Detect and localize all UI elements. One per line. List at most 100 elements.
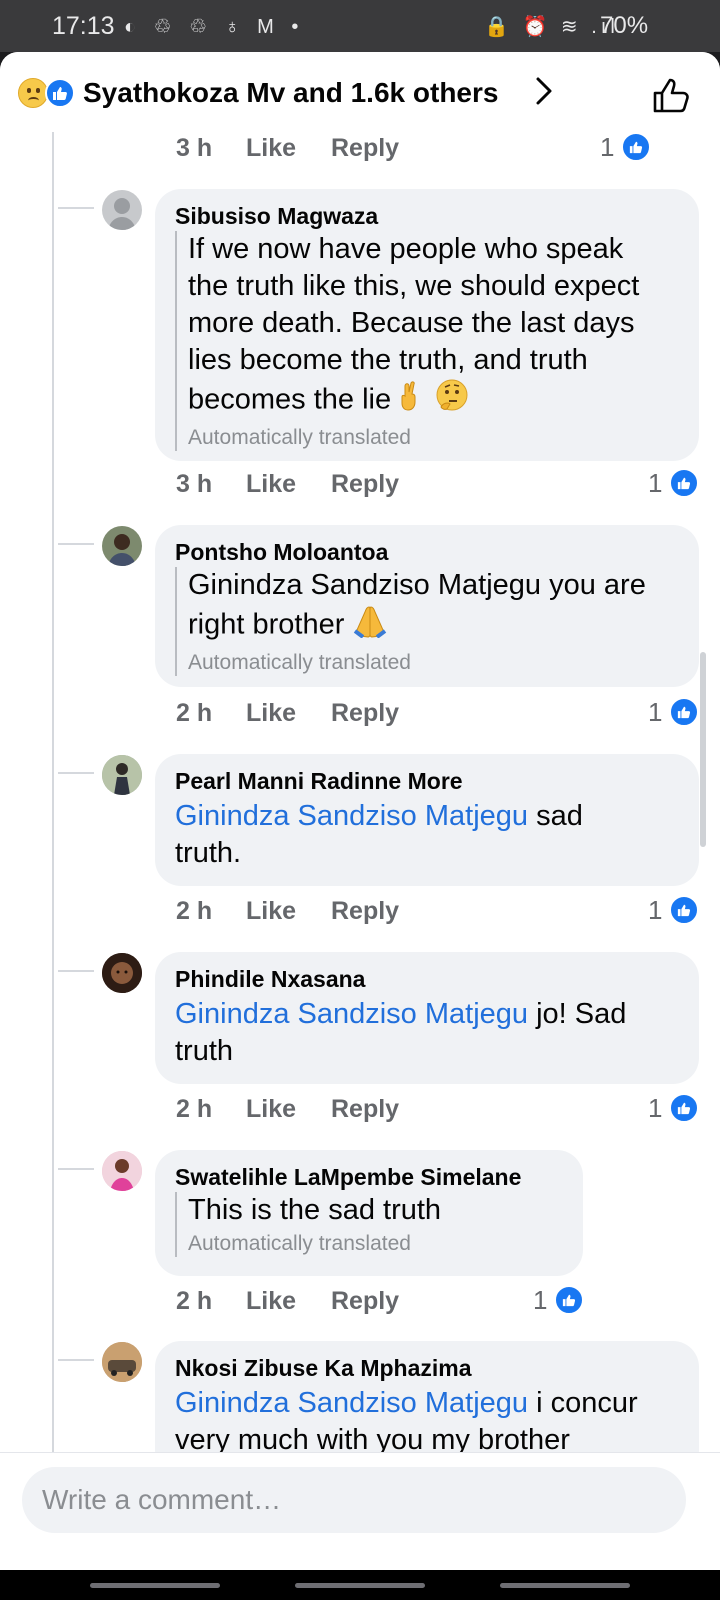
system-nav-bar bbox=[0, 1570, 720, 1600]
chevron-right-icon[interactable] bbox=[534, 76, 554, 111]
like-badge-icon bbox=[669, 895, 699, 925]
like-button[interactable]: Like bbox=[246, 1095, 296, 1124]
sad-reaction-icon bbox=[18, 78, 48, 108]
avatar[interactable] bbox=[102, 526, 142, 566]
comment-text-line: truth. bbox=[175, 837, 242, 869]
comment-bubble[interactable]: Pearl Manni Radinne More Ginindza Sandzi… bbox=[155, 754, 699, 886]
thread-connector bbox=[58, 1168, 94, 1170]
system-status-icons: 🔒 ⏰ ≋ .ıl bbox=[484, 16, 619, 38]
comment-text: right brother bbox=[188, 608, 345, 641]
avatar[interactable] bbox=[102, 953, 142, 993]
thread-connector bbox=[58, 772, 94, 774]
like-badge-icon bbox=[669, 468, 699, 498]
notification-icons: ◐ ♲ ♲ ♁ M • bbox=[124, 16, 305, 38]
avatar[interactable] bbox=[102, 755, 142, 795]
like-count: 1 bbox=[648, 1093, 663, 1123]
reactions-header[interactable]: Syathokoza Mv and 1.6k others bbox=[0, 52, 720, 132]
comment-text: Ginindza Sandziso Matjegu i concur very … bbox=[175, 1385, 638, 1459]
comment-quote: If we now have people who speak the trut… bbox=[175, 231, 639, 451]
comment-author[interactable]: Swatelihle LaMpembe Simelane bbox=[175, 1164, 521, 1191]
translation-note[interactable]: Automatically translated bbox=[188, 1231, 441, 1257]
like-button[interactable]: Like bbox=[246, 897, 296, 926]
comment-bubble[interactable]: Phindile Nxasana Ginindza Sandziso Matje… bbox=[155, 952, 699, 1084]
comment-text: more death. Because the last days bbox=[188, 307, 635, 339]
comment-text-line: truth bbox=[175, 1035, 234, 1067]
comments-sheet: Syathokoza Mv and 1.6k others 3 h Like R… bbox=[0, 52, 720, 1570]
comment-author[interactable]: Nkosi Zibuse Ka Mphazima bbox=[175, 1355, 472, 1382]
comment-quote: This is the sad truth Automatically tran… bbox=[175, 1192, 441, 1257]
reply-button[interactable]: Reply bbox=[331, 134, 399, 163]
comment-bubble[interactable]: Pontsho Moloantoa Ginindza Sandziso Matj… bbox=[155, 525, 699, 687]
reply-button[interactable]: Reply bbox=[331, 1095, 399, 1124]
comment-author[interactable]: Phindile Nxasana bbox=[175, 966, 365, 993]
translation-note[interactable]: Automatically translated bbox=[188, 650, 646, 676]
like-button[interactable]: Like bbox=[246, 699, 296, 728]
comment-time: 2 h bbox=[176, 699, 213, 727]
comment-time: 2 h bbox=[176, 1287, 213, 1315]
comment-text: becomes the lie bbox=[188, 383, 392, 416]
avatar[interactable] bbox=[102, 1342, 142, 1382]
like-badge-icon bbox=[554, 1285, 584, 1315]
comment-text: Ginindza Sandziso Matjegu sad truth. bbox=[175, 798, 583, 872]
comment-time: 3 h bbox=[176, 134, 213, 162]
mention-link[interactable]: Ginindza Sandziso Matjegu bbox=[175, 998, 528, 1030]
avatar[interactable] bbox=[102, 1151, 142, 1191]
thread-connector bbox=[58, 970, 94, 972]
scrollbar[interactable] bbox=[700, 652, 706, 847]
like-button[interactable]: Like bbox=[246, 1287, 296, 1316]
comment-bubble[interactable]: Swatelihle LaMpembe Simelane This is the… bbox=[155, 1150, 583, 1276]
reactions-summary[interactable]: Syathokoza Mv and 1.6k others bbox=[83, 77, 498, 109]
thinking-face-emoji-icon bbox=[435, 379, 469, 423]
like-badge-icon bbox=[669, 1093, 699, 1123]
status-time: 17:13 bbox=[52, 12, 115, 40]
mention-link[interactable]: Ginindza Sandziso Matjegu bbox=[175, 800, 528, 832]
translation-note[interactable]: Automatically translated bbox=[188, 425, 639, 451]
comment-text: Ginindza Sandziso Matjegu jo! Sad truth bbox=[175, 996, 626, 1070]
thread-line bbox=[52, 132, 54, 1570]
like-count: 1 bbox=[648, 697, 663, 727]
comment-author[interactable]: Pearl Manni Radinne More bbox=[175, 768, 463, 795]
comment-author[interactable]: Pontsho Moloantoa bbox=[175, 539, 388, 566]
comment-text-rest: i concur bbox=[528, 1387, 638, 1419]
crossed-fingers-emoji-icon bbox=[399, 380, 427, 422]
thread-connector bbox=[58, 207, 94, 209]
nav-recents-handle[interactable] bbox=[90, 1583, 220, 1588]
status-bar: 17:13 ◐ ♲ ♲ ♁ M • 🔒 ⏰ ≋ .ıl 70% bbox=[0, 0, 720, 52]
comment-text: lies become the truth, and truth bbox=[188, 344, 588, 376]
comment-author[interactable]: Sibusiso Magwaza bbox=[175, 203, 378, 230]
like-count: 1 bbox=[533, 1285, 548, 1315]
comment-text: If we now have people who speak bbox=[188, 233, 624, 265]
comment-text-rest: jo! Sad bbox=[528, 998, 627, 1030]
like-badge-icon bbox=[621, 132, 651, 162]
comment-text: This is the sad truth bbox=[188, 1194, 442, 1226]
like-count: 1 bbox=[648, 468, 663, 498]
comment-text: the truth like this, we should expect bbox=[188, 270, 640, 302]
like-button[interactable]: Like bbox=[246, 134, 296, 163]
folded-hands-emoji-icon bbox=[352, 604, 388, 648]
comment-input-placeholder: Write a comment… bbox=[42, 1484, 282, 1515]
avatar[interactable] bbox=[102, 190, 142, 230]
nav-back-handle[interactable] bbox=[500, 1583, 630, 1588]
comment-time: 2 h bbox=[176, 1095, 213, 1123]
like-count: 1 bbox=[600, 132, 615, 162]
mention-link[interactable]: Ginindza Sandziso Matjegu bbox=[175, 1387, 528, 1419]
reply-button[interactable]: Reply bbox=[331, 897, 399, 926]
battery-level: 70% bbox=[600, 12, 649, 39]
comment-time: 2 h bbox=[176, 897, 213, 925]
like-button[interactable]: Like bbox=[246, 470, 296, 499]
comment-input[interactable]: Write a comment… bbox=[22, 1467, 686, 1533]
comment-text: Ginindza Sandziso Matjegu you are bbox=[188, 569, 646, 601]
nav-home-handle[interactable] bbox=[295, 1583, 425, 1588]
thread-connector bbox=[58, 1359, 94, 1361]
thumbs-up-icon[interactable] bbox=[652, 76, 692, 119]
comment-text-rest: sad bbox=[528, 800, 583, 832]
reply-button[interactable]: Reply bbox=[331, 699, 399, 728]
like-count: 1 bbox=[648, 895, 663, 925]
comment-quote: Ginindza Sandziso Matjegu you are right … bbox=[175, 567, 646, 676]
reply-button[interactable]: Reply bbox=[331, 1287, 399, 1316]
comment-composer-bar: Write a comment… bbox=[0, 1452, 720, 1570]
like-badge-icon bbox=[669, 697, 699, 727]
comment-bubble[interactable]: Sibusiso Magwaza If we now have people w… bbox=[155, 189, 699, 461]
reply-button[interactable]: Reply bbox=[331, 470, 399, 499]
thread-connector bbox=[58, 543, 94, 545]
